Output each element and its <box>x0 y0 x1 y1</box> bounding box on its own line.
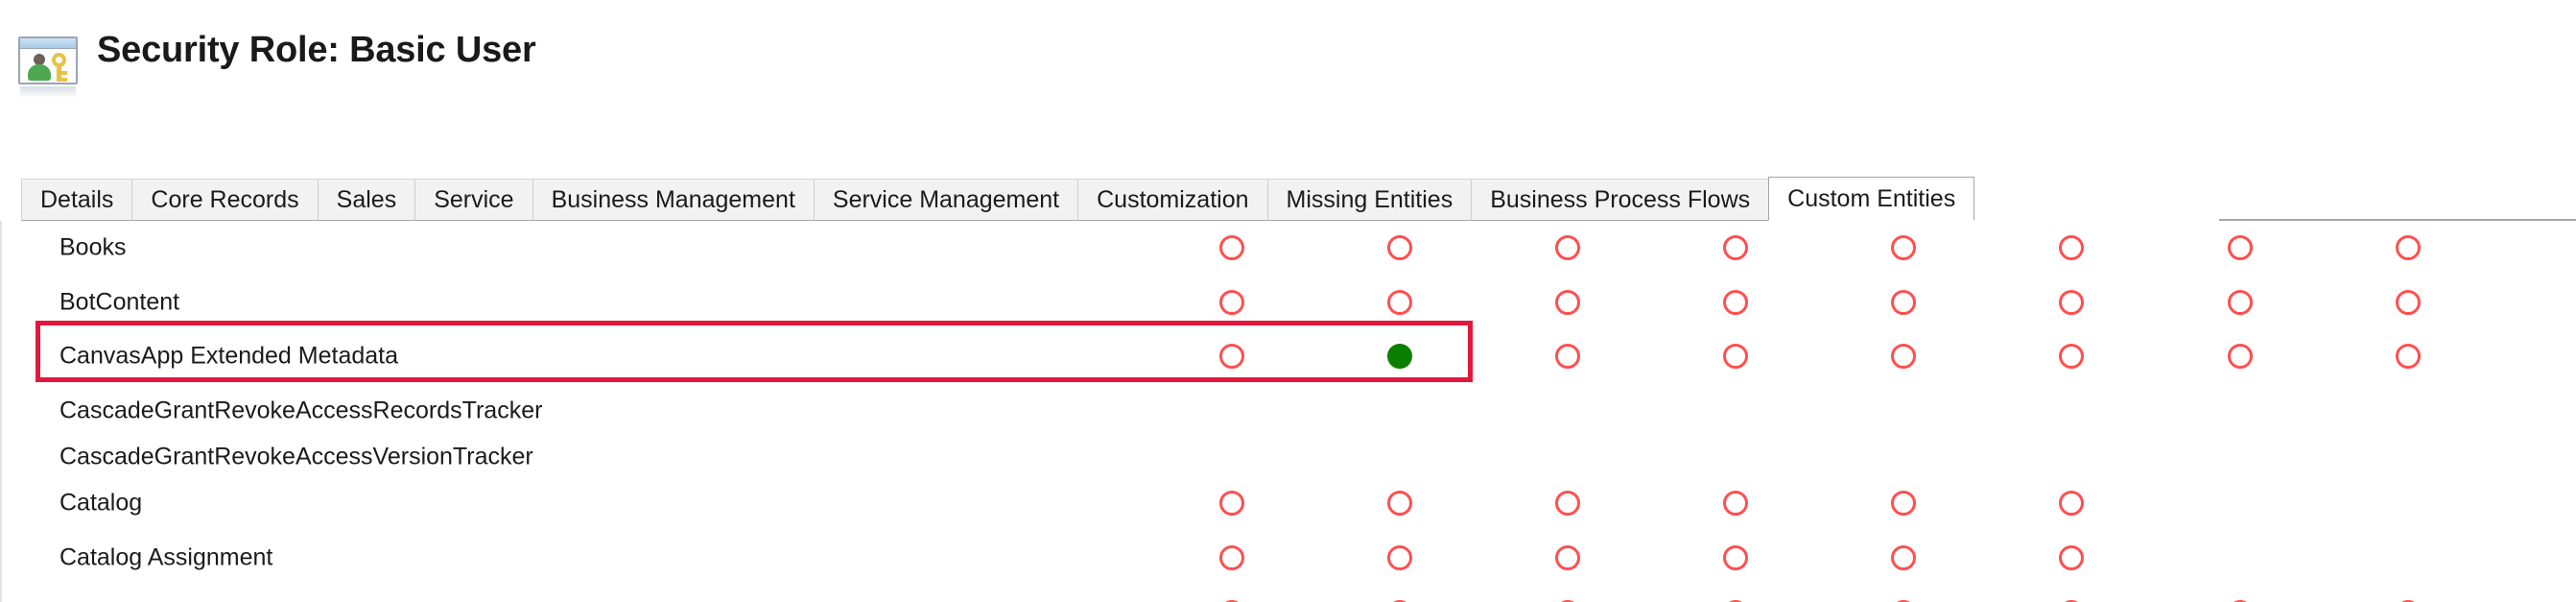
entity-name-cell: CascadeGrantRevokeAccessRecordsTracker <box>59 397 543 424</box>
icon-reflection <box>20 86 76 98</box>
tab-label: Missing Entities <box>1286 185 1453 213</box>
table-row[interactable]: Catalog <box>2 476 2576 530</box>
privilege-indicator-none[interactable] <box>2059 290 2084 315</box>
table-row[interactable]: Chall <box>2 586 2576 602</box>
privilege-indicator-none[interactable] <box>1555 290 1580 315</box>
privilege-indicator-none[interactable] <box>1723 545 1748 570</box>
privilege-indicator-none[interactable] <box>1891 290 1916 315</box>
privilege-indicator-none[interactable] <box>1387 235 1412 260</box>
table-row[interactable]: Books <box>2 221 2576 275</box>
privilege-indicator-none[interactable] <box>1891 235 1916 260</box>
entity-name-cell: Catalog Assignment <box>59 543 273 571</box>
tab-label: Business Process Flows <box>1490 185 1751 213</box>
entity-name-cell: Chall <box>59 599 114 602</box>
page-title: Security Role: Basic User <box>97 30 536 70</box>
entity-name-cell: CascadeGrantRevokeAccessVersionTracker <box>59 443 533 470</box>
privilege-indicator-none[interactable] <box>1387 290 1412 315</box>
privilege-indicator-none[interactable] <box>2396 235 2421 260</box>
tab-sales[interactable]: Sales <box>317 179 415 221</box>
privilege-indicator-none[interactable] <box>1387 545 1412 570</box>
privilege-indicator-none[interactable] <box>2059 235 2084 260</box>
tab-label: Core Records <box>151 185 299 213</box>
privilege-indicator-none[interactable] <box>1555 344 1580 369</box>
privilege-grid: Books BotContent CanvasApp Extended Metada… <box>0 221 2576 602</box>
privilege-indicator-none[interactable] <box>1555 545 1580 570</box>
privilege-indicator-none[interactable] <box>1555 491 1580 516</box>
privilege-indicator-none[interactable] <box>1723 344 1748 369</box>
tab-label: Service <box>434 185 514 213</box>
privilege-indicator-none[interactable] <box>1723 290 1748 315</box>
privilege-indicator-none[interactable] <box>2059 545 2084 570</box>
tab-label: Sales <box>336 185 397 213</box>
tab-label: Custom Entities <box>1787 184 1956 212</box>
privilege-indicator-none[interactable] <box>1387 491 1412 516</box>
privilege-indicator-none[interactable] <box>2059 491 2084 516</box>
privilege-indicator-none[interactable] <box>1219 235 1244 260</box>
entity-name-cell: CanvasApp Extended Metadata <box>59 342 399 370</box>
privilege-indicator-none[interactable] <box>2228 344 2253 369</box>
table-row[interactable]: Catalog Assignment <box>2 531 2576 585</box>
tab-business-management[interactable]: Business Management <box>532 179 814 221</box>
privilege-indicator-none[interactable] <box>1723 491 1748 516</box>
privilege-indicator-none[interactable] <box>1555 235 1580 260</box>
privilege-indicator-none[interactable] <box>1219 545 1244 570</box>
security-role-icon <box>18 36 78 98</box>
key-tooth-upper-icon <box>61 71 67 75</box>
privilege-indicator-none[interactable] <box>2228 235 2253 260</box>
privilege-indicator-none[interactable] <box>1723 235 1748 260</box>
tab-service-management[interactable]: Service Management <box>813 179 1078 221</box>
security-role-editor-screen: Security Role: Basic User Details Core Re… <box>0 0 2576 602</box>
privilege-indicator-none[interactable] <box>1219 491 1244 516</box>
window-titlebar-icon <box>20 38 76 49</box>
table-row[interactable]: BotContent <box>2 276 2576 329</box>
privilege-indicator-none[interactable] <box>1891 545 1916 570</box>
window-frame-icon <box>18 36 78 84</box>
key-tooth-lower-icon <box>61 78 67 82</box>
privilege-indicator-none[interactable] <box>2059 344 2084 369</box>
tab-business-process-flows[interactable]: Business Process Flows <box>1471 179 1769 221</box>
page-header: Security Role: Basic User <box>0 0 2576 106</box>
tab-missing-entities[interactable]: Missing Entities <box>1266 179 1472 221</box>
tab-customization[interactable]: Customization <box>1077 179 1267 221</box>
tab-label: Service Management <box>832 185 1060 213</box>
entity-name-cell: Books <box>59 233 127 261</box>
tab-label: Details <box>40 185 114 213</box>
table-row[interactable]: CanvasApp Extended Metadata <box>2 329 2576 383</box>
privilege-indicator-none[interactable] <box>2396 290 2421 315</box>
privilege-indicator-none[interactable] <box>1891 344 1916 369</box>
privilege-indicator-none[interactable] <box>2228 290 2253 315</box>
privilege-indicator-none[interactable] <box>1219 344 1244 369</box>
tab-label: Business Management <box>551 185 795 213</box>
privilege-indicator-none[interactable] <box>1891 491 1916 516</box>
tab-service[interactable]: Service <box>414 179 532 221</box>
privilege-indicator-org[interactable] <box>1387 344 1412 369</box>
tab-details[interactable]: Details <box>21 179 132 221</box>
entity-name-cell: BotContent <box>59 288 180 316</box>
entity-category-tabs: Details Core Records Sales Service Business … <box>21 177 1975 221</box>
person-body-icon <box>28 64 51 81</box>
tab-label: Customization <box>1097 185 1249 213</box>
tab-custom-entities[interactable]: Custom Entities <box>1768 177 1975 221</box>
privilege-indicator-none[interactable] <box>2396 344 2421 369</box>
entity-name-cell: Catalog <box>59 489 143 517</box>
privilege-indicator-none[interactable] <box>1219 290 1244 315</box>
tab-core-records[interactable]: Core Records <box>131 179 318 221</box>
